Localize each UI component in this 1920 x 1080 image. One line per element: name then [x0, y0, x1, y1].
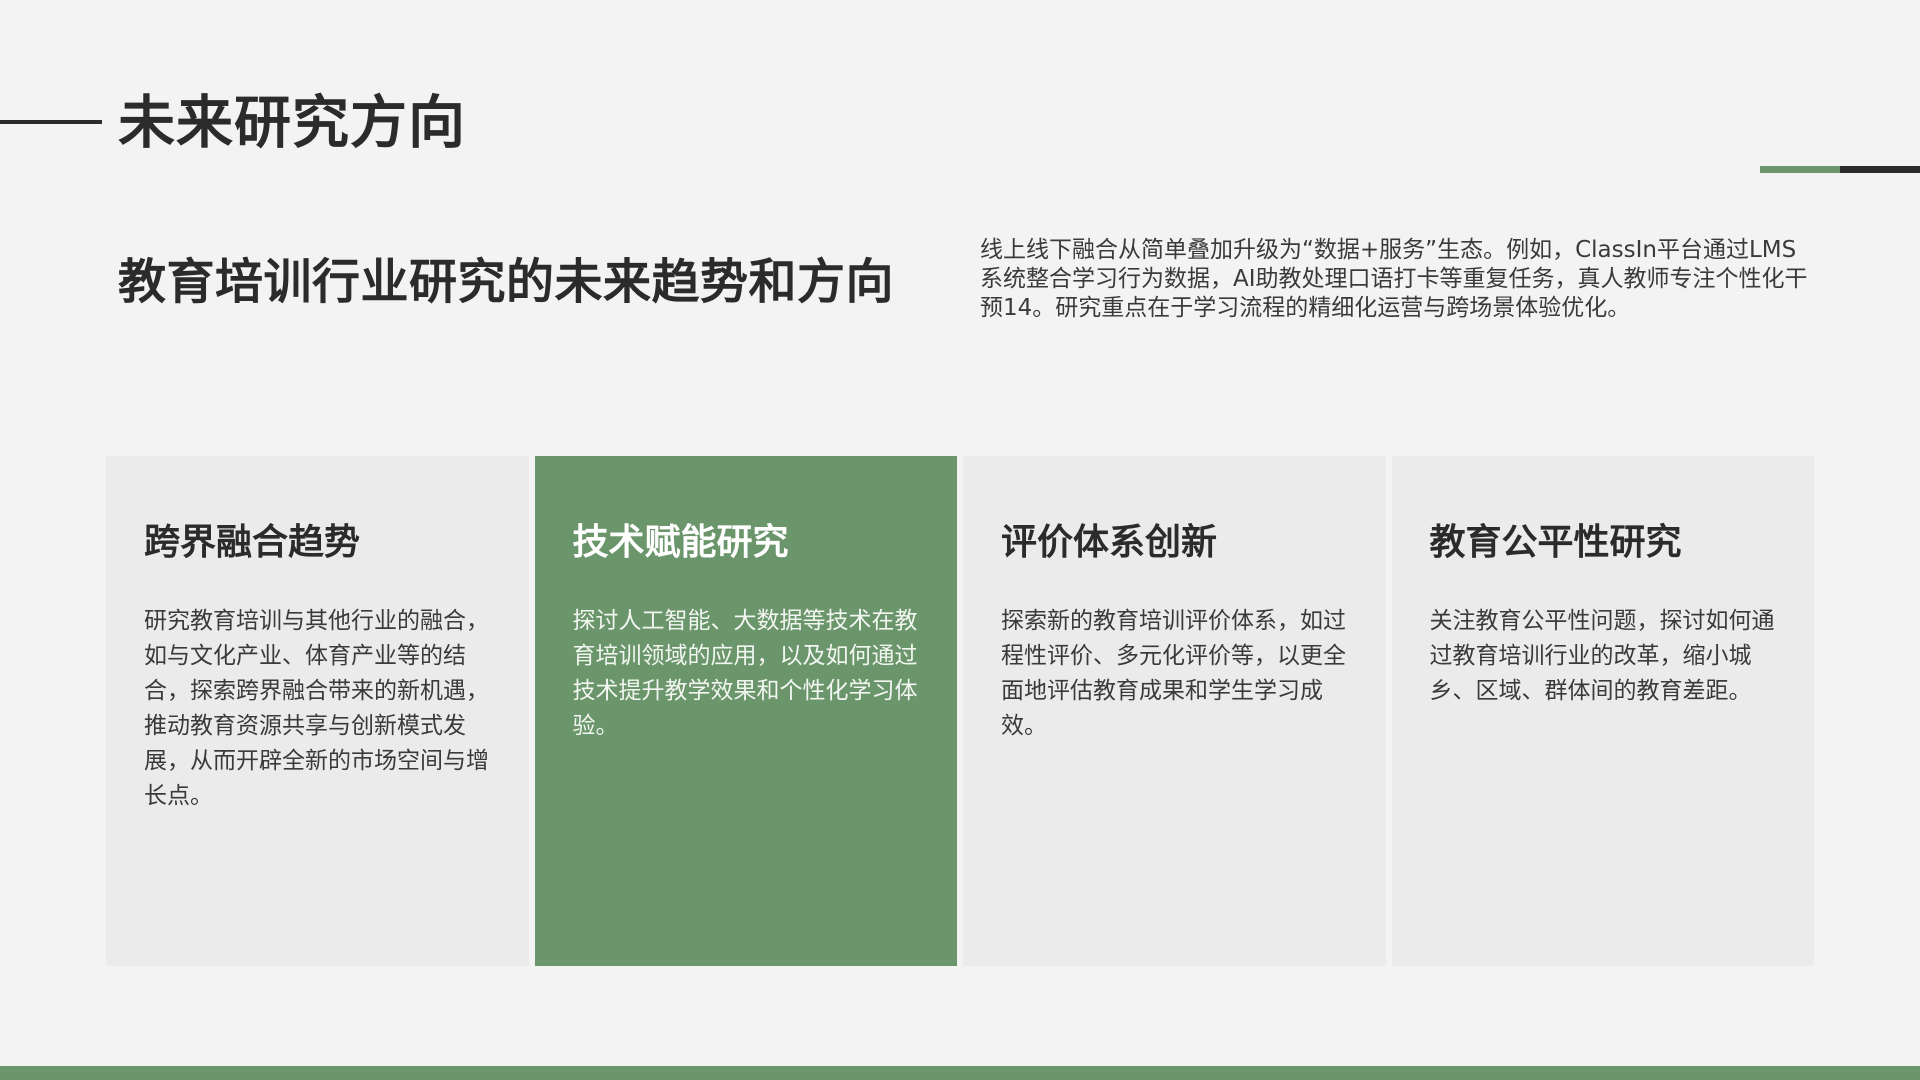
card-body: 关注教育公平性问题，探讨如何通过教育培训行业的改革，缩小城乡、区域、群体间的教育…	[1429, 608, 1775, 704]
card-title: 评价体系创新	[1001, 522, 1218, 563]
card-education-equity: 教育公平性研究 关注教育公平性问题，探讨如何通过教育培训行业的改革，缩小城乡、区…	[1391, 456, 1814, 966]
card-cross-industry: 跨界融合趋势 研究教育培训与其他行业的融合，如与文化产业、体育产业等的结合，探索…	[106, 456, 529, 966]
card-evaluation-innovation: 评价体系创新 探索新的教育培训评价体系，如过程性评价、多元化评价等，以更全面地评…	[963, 456, 1386, 966]
page-title: 未来研究方向	[118, 90, 466, 156]
card-title: 技术赋能研究	[572, 522, 789, 563]
card-tech-empowerment: 技术赋能研究 探讨人工智能、大数据等技术在教育培训领域的应用，以及如何通过技术提…	[534, 456, 957, 966]
card-title: 教育公平性研究	[1429, 522, 1682, 563]
corner-accent-green	[1760, 166, 1840, 173]
card-body: 研究教育培训与其他行业的融合，如与文化产业、体育产业等的结合，探索跨界融合带来的…	[144, 608, 489, 809]
card-body: 探索新的教育培训评价体系，如过程性评价、多元化评价等，以更全面地评估教育成果和学…	[1001, 608, 1346, 739]
corner-accent	[1760, 166, 1920, 173]
card-body: 探讨人工智能、大数据等技术在教育培训领域的应用，以及如何通过技术提升教学效果和个…	[572, 608, 918, 739]
section-intro: 线上线下融合从简单叠加升级为“数据+服务”生态。例如，ClassIn平台通过LM…	[980, 237, 1808, 321]
bottom-bar	[0, 1066, 1920, 1080]
corner-accent-dark	[1840, 166, 1920, 173]
section-subtitle: 教育培训行业研究的未来趋势和方向	[118, 254, 895, 310]
topic-cards: 跨界融合趋势 研究教育培训与其他行业的融合，如与文化产业、体育产业等的结合，探索…	[106, 456, 1814, 966]
title-rule	[0, 120, 102, 124]
card-title: 跨界融合趋势	[144, 522, 361, 563]
